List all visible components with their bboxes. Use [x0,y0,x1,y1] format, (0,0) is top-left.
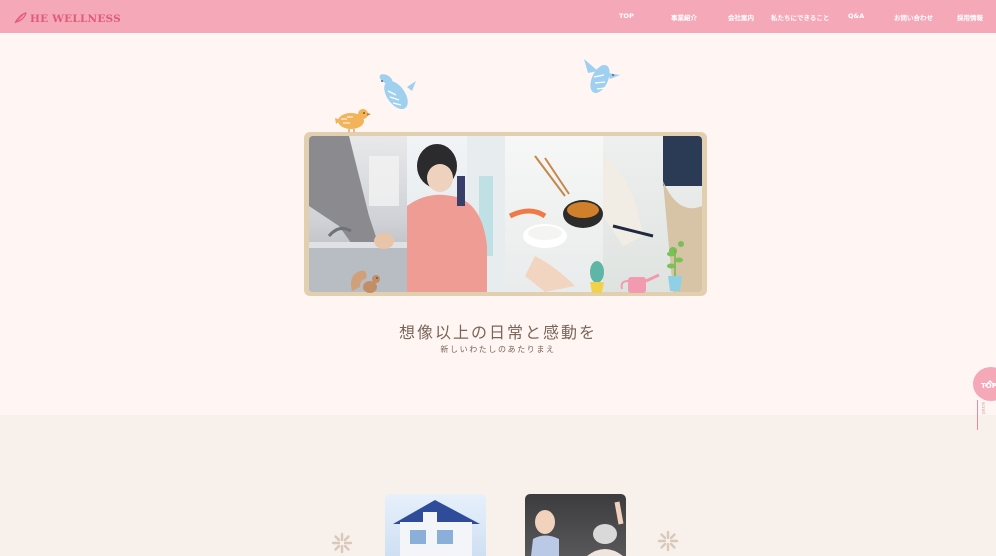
service-card-care[interactable] [525,494,626,556]
hero-section: 想像以上の日常と感動を 新しいわたしのあたりまえ [0,33,996,415]
hero-subtagline: 新しいわたしのあたりまえ [440,345,556,354]
scroll-top-label: TOP [981,382,996,390]
feather-logo-icon [14,9,27,28]
service-card-house[interactable] [385,494,486,556]
squirrel-icon [348,267,382,299]
hero-tagline: 想像以上の日常と感動を [398,323,597,342]
scroll-indicator-text: scroll [980,402,985,414]
nav-company[interactable]: 会社案内 [728,12,754,22]
photo-garden [603,136,702,292]
site-header: HE WELLNESS TOP 事業紹介 会社案内 私たちにできること Q&A … [0,0,996,33]
nav-qa[interactable]: Q&A [848,12,864,20]
sparkle-icon [657,530,679,556]
nav-recruit[interactable]: 採用情報 [957,12,983,22]
nav-contact[interactable]: お問い合わせ [894,12,933,22]
watering-can-icon [614,271,660,299]
nav-services[interactable]: 事業紹介 [671,12,697,22]
cactus-icon [586,260,608,298]
photo-laundry [407,136,505,292]
blue-bird-icon [374,69,418,121]
logo[interactable]: HE WELLNESS [14,9,121,28]
logo-text: HE WELLNESS [30,12,121,25]
nav-what-we-can-do[interactable]: 私たちにできること [771,12,829,22]
services-section [0,415,996,556]
nav-top[interactable]: TOP [619,12,634,20]
sparkle-icon [331,532,353,556]
potted-plant-icon [664,246,686,296]
scroll-indicator-line [977,400,978,430]
blue-bird-icon [580,53,622,103]
